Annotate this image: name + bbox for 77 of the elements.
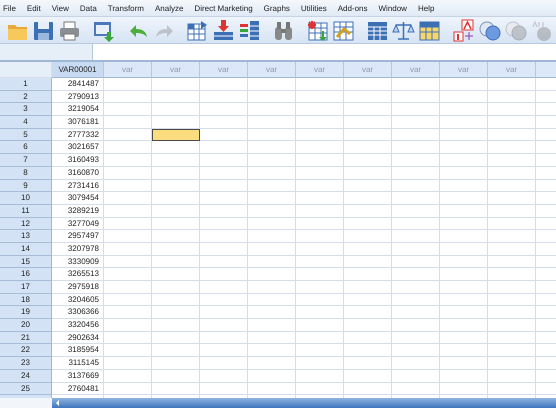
table-cell: 3277049: [52, 218, 104, 230]
table-cell: 2777332: [52, 128, 104, 142]
split-grid-icon[interactable]: [332, 18, 355, 42]
table-cell: 3204605: [52, 294, 104, 306]
menu-item[interactable]: Edit: [26, 4, 41, 12]
menu-item[interactable]: Help: [418, 4, 434, 12]
table-cell: 2975918: [52, 281, 104, 294]
table-cell: 3185954: [52, 344, 104, 358]
row-number[interactable]: 24: [0, 370, 52, 382]
row-number[interactable]: 15: [0, 256, 52, 268]
column-header[interactable]: VAR00001: [52, 62, 104, 78]
table-cell: 3320456: [52, 319, 104, 332]
table-cell: 3076181: [52, 116, 104, 129]
table-cell: 3115145: [52, 357, 104, 370]
table-cell: 2957497: [52, 230, 104, 243]
table-cell: 3265513: [52, 268, 104, 281]
menu-item[interactable]: Add-ons: [338, 4, 368, 12]
menu-item[interactable]: Direct Marketing: [194, 4, 253, 12]
row-number[interactable]: 9: [0, 180, 52, 192]
overlapping-circles-icon[interactable]: [478, 18, 501, 42]
table-cell: 3219054: [52, 103, 104, 116]
value-labels-icon[interactable]: [452, 18, 475, 42]
row-number[interactable]: 22: [0, 344, 52, 358]
table-cell: 3207978: [52, 242, 104, 256]
row-number[interactable]: 12: [0, 218, 52, 230]
grid-down-icon[interactable]: [212, 18, 235, 42]
row-number[interactable]: 11: [0, 204, 52, 218]
row-number[interactable]: 21: [0, 332, 52, 344]
row-number[interactable]: 20: [0, 319, 52, 332]
row-number[interactable]: 13: [0, 230, 52, 243]
menu-item[interactable]: Transform: [108, 4, 144, 12]
scroll-left-icon[interactable]: [56, 400, 59, 406]
column-bars-icon[interactable]: [238, 18, 261, 42]
row-number[interactable]: 4: [0, 116, 52, 129]
menu-item[interactable]: Graphs: [264, 4, 290, 12]
selected-cell[interactable]: [152, 128, 200, 142]
table-cell: 3021657: [52, 141, 104, 154]
row-number[interactable]: 16: [0, 268, 52, 281]
row-number[interactable]: 6: [0, 141, 52, 154]
row-number[interactable]: 25: [0, 382, 52, 396]
table-cell: 3137669: [52, 370, 104, 382]
horizontal-scrollbar[interactable]: [52, 398, 556, 408]
table-cell: 2731416: [52, 180, 104, 192]
table-cell: 2760481: [52, 382, 104, 396]
row-number[interactable]: 10: [0, 192, 52, 205]
menu-item[interactable]: Utilities: [300, 4, 327, 12]
table-cell: 3306366: [52, 306, 104, 320]
row-number[interactable]: 17: [0, 281, 52, 294]
insert-row-icon[interactable]: [306, 18, 329, 42]
menu-item[interactable]: View: [52, 4, 69, 12]
row-number[interactable]: 23: [0, 357, 52, 370]
printer-icon[interactable]: [58, 18, 81, 42]
table-cell: 2902634: [52, 332, 104, 344]
corner-panel: [0, 398, 52, 408]
table-cell: 3289219: [52, 204, 104, 218]
table-cell: 2790913: [52, 90, 104, 104]
table-cell: 3079454: [52, 192, 104, 205]
table-cell: 3330909: [52, 256, 104, 268]
row-number[interactable]: 3: [0, 103, 52, 116]
menu-item[interactable]: File: [3, 4, 16, 12]
row-number[interactable]: 19: [0, 306, 52, 320]
table-cell: 3160870: [52, 166, 104, 180]
menu-item[interactable]: Analyze: [154, 4, 184, 12]
table-cell: 3160493: [52, 154, 104, 167]
table-cell: 2841487: [52, 78, 104, 91]
row-number[interactable]: 18: [0, 294, 52, 306]
grid-arrow-icon[interactable]: [186, 18, 209, 42]
cell-name-field[interactable]: [0, 44, 93, 60]
menu-item[interactable]: Window: [378, 4, 407, 12]
row-number[interactable]: 2: [0, 90, 52, 104]
row-number[interactable]: 5: [0, 128, 52, 142]
menu-item[interactable]: Data: [80, 4, 97, 12]
row-number[interactable]: 1: [0, 78, 52, 91]
row-number[interactable]: 8: [0, 166, 52, 180]
highlighted-grid-icon[interactable]: [418, 18, 441, 42]
row-number[interactable]: 7: [0, 154, 52, 167]
row-number[interactable]: 14: [0, 242, 52, 256]
